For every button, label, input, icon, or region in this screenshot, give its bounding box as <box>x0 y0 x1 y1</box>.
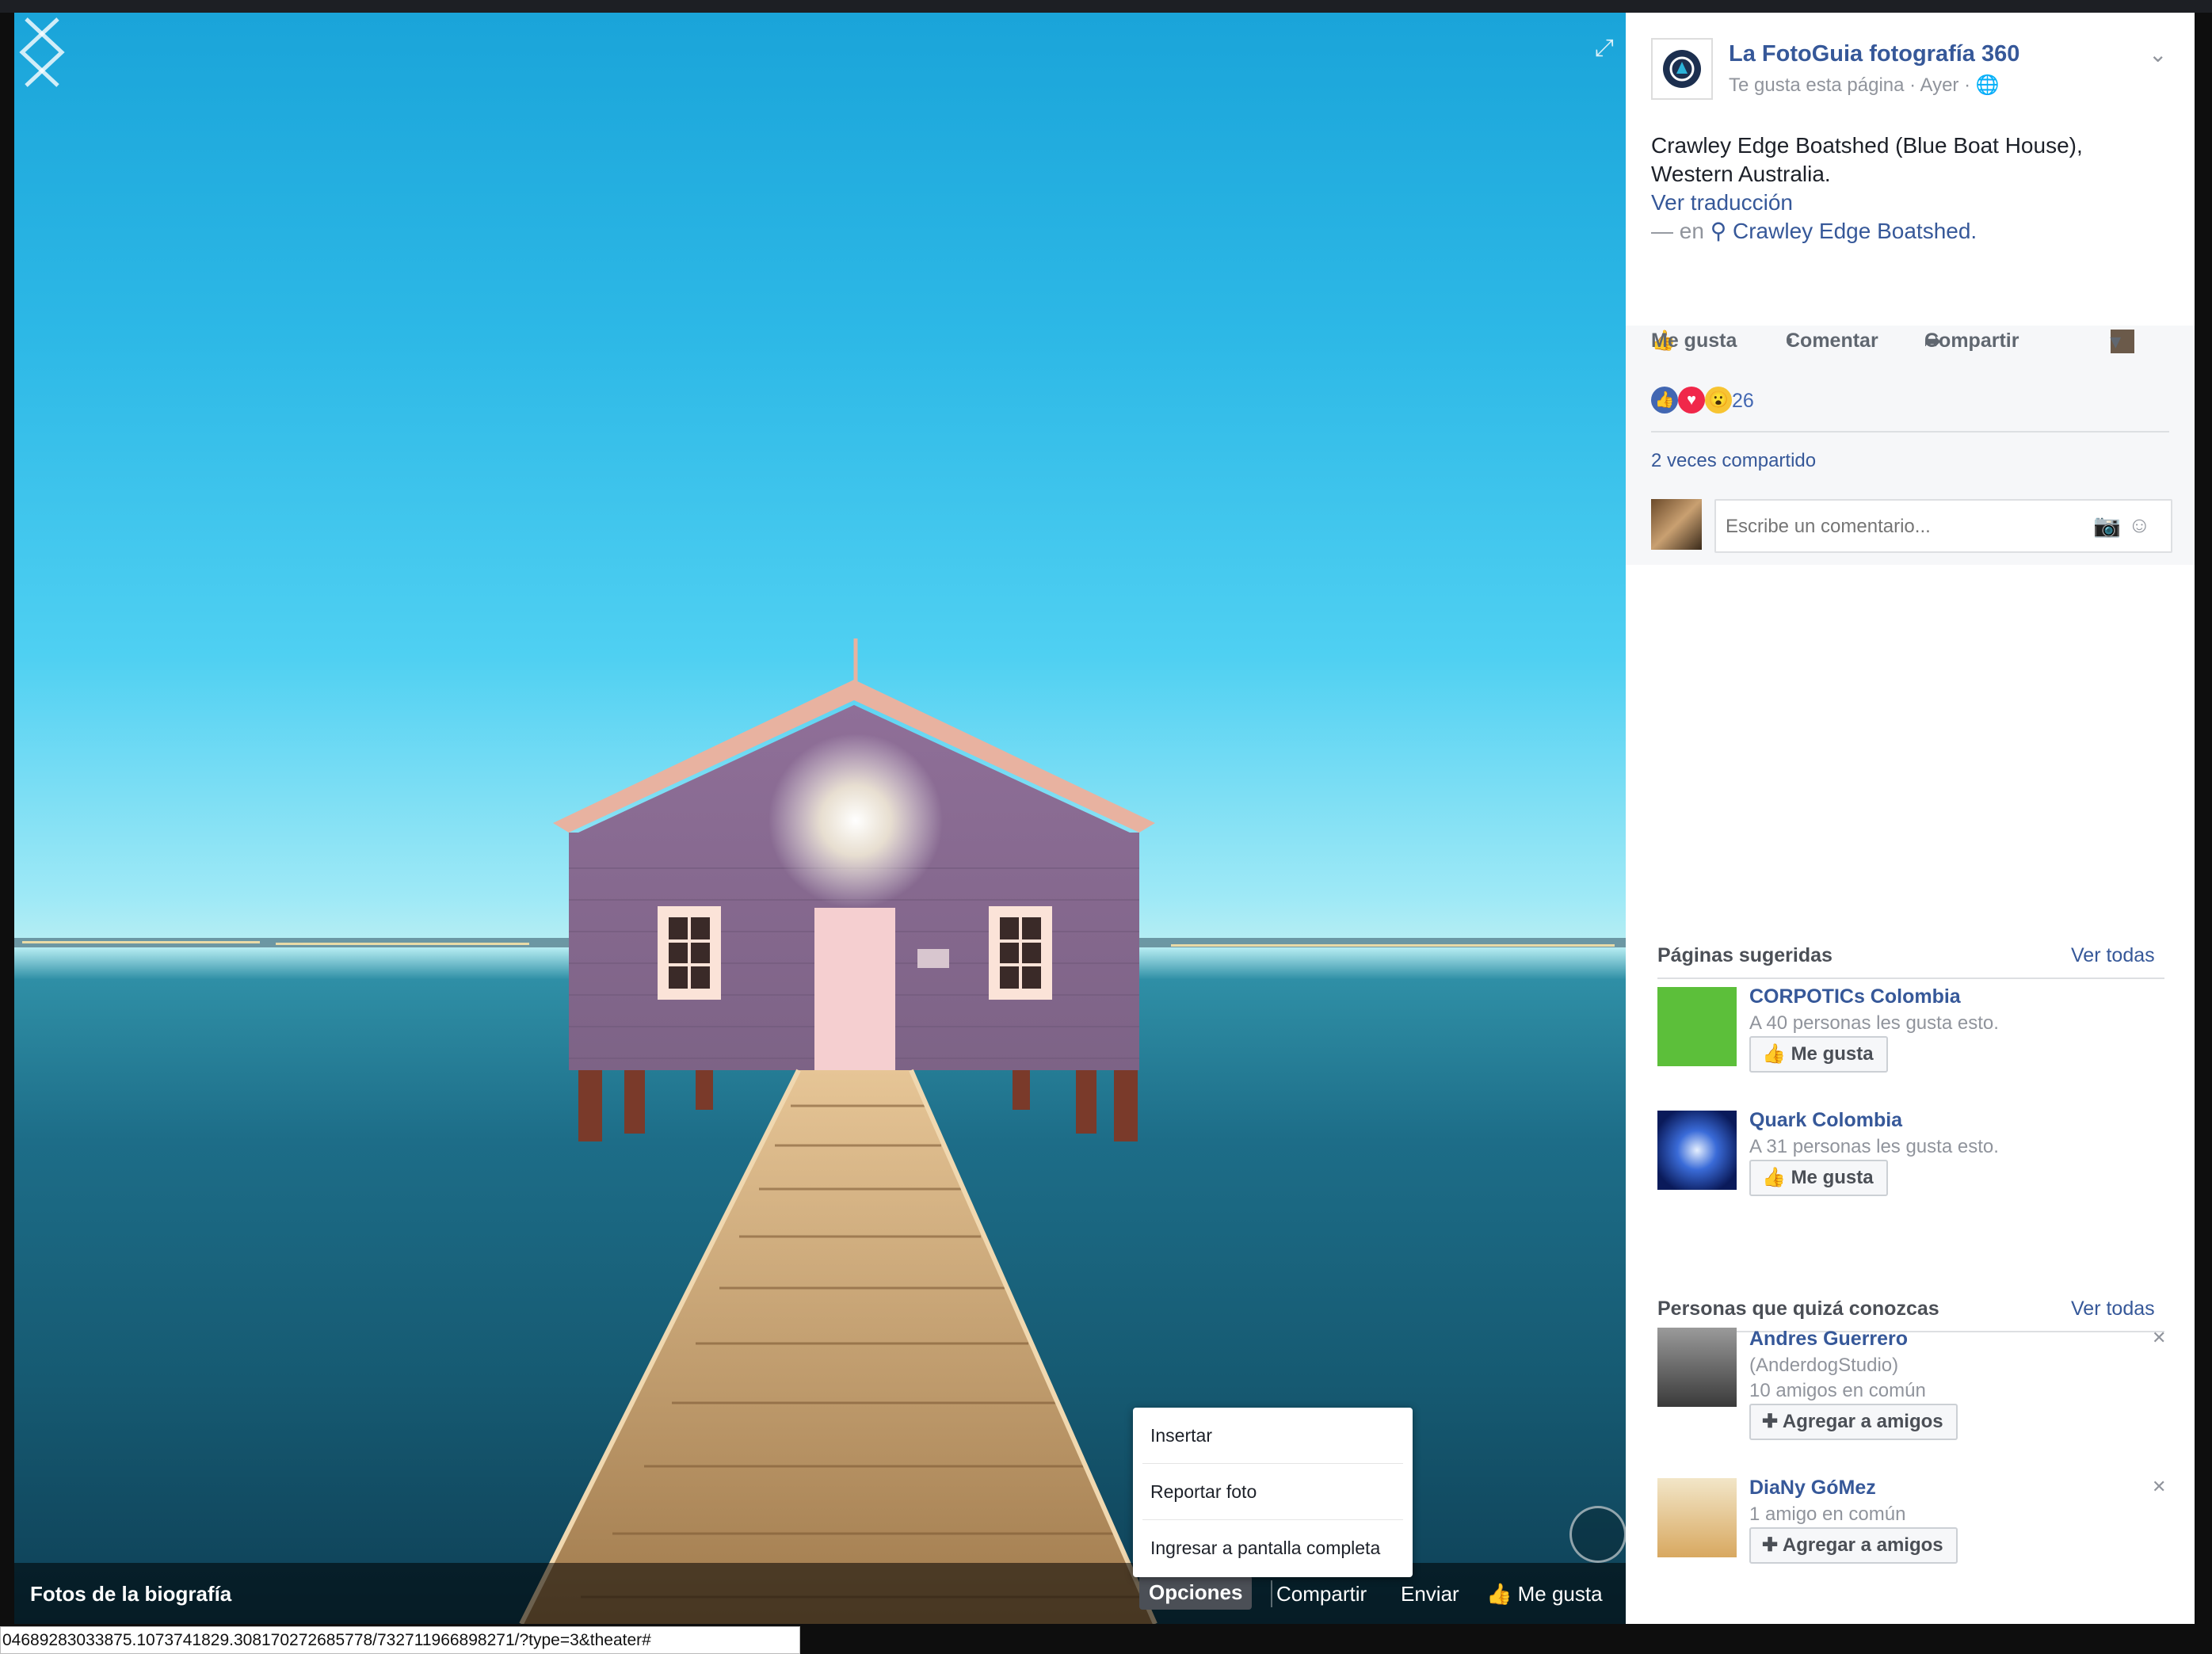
location-prefix: — en <box>1651 219 1704 243</box>
people-you-may-know-title: Personas que quizá conozcas <box>1657 1298 1939 1320</box>
globe-icon: 🌐 <box>1975 74 2000 96</box>
page-name[interactable]: La FotoGuia fotografía 360 <box>1729 41 2019 67</box>
person-mutual-friends: 10 amigos en común <box>1749 1380 1926 1401</box>
dismiss-close-icon[interactable]: ✕ <box>2152 1477 2166 1497</box>
page-thumbnail[interactable] <box>1657 987 1737 1066</box>
share-label: Compartir <box>1924 330 2019 352</box>
browser-top-strip <box>0 0 2212 13</box>
post-meta-text: Te gusta esta página · Ayer · <box>1729 74 1971 96</box>
add-friend-button[interactable]: ✚ Agregar a amigos <box>1749 1404 1958 1440</box>
like-reaction-icon: 👍 <box>1651 387 1678 414</box>
options-menu: Insertar Reportar foto Ingresar a pantal… <box>1133 1408 1413 1577</box>
person-name[interactable]: Andres Guerrero <box>1749 1328 1908 1351</box>
person-mutual-friends: 1 amigo en común <box>1749 1503 1906 1525</box>
bar-divider <box>1271 1580 1272 1607</box>
person-avatar[interactable] <box>1657 1478 1737 1557</box>
comment-box[interactable]: 📷 ☺ <box>1714 499 2172 553</box>
photo-like-label: Me gusta <box>1517 1582 1603 1606</box>
divider <box>1657 978 2164 979</box>
comment-input[interactable] <box>1724 515 2076 539</box>
add-friend-label: Agregar a amigos <box>1782 1411 1943 1432</box>
menu-item-report-photo[interactable]: Reportar foto <box>1133 1464 1413 1519</box>
suggested-pages-title: Páginas sugeridas <box>1657 944 1833 966</box>
shares-count-link[interactable]: 2 veces compartido <box>1651 450 1816 472</box>
menu-item-fullscreen[interactable]: Ingresar a pantalla completa <box>1133 1520 1413 1576</box>
like-page-button[interactable]: 👍 Me gusta <box>1749 1160 1888 1196</box>
post-side-panel: La FotoGuia fotografía 360 Te gusta esta… <box>1626 13 2195 1624</box>
person-subtitle: (AnderdogStudio) <box>1749 1355 1899 1376</box>
post-options-chevron-icon[interactable]: ⌄ <box>2149 41 2167 67</box>
camera-icon[interactable]: 📷 <box>2093 513 2121 539</box>
people-see-all[interactable]: Ver todas <box>2071 1298 2155 1321</box>
album-title[interactable]: Fotos de la biografía <box>30 1582 231 1606</box>
like-label: Me gusta <box>1651 330 1737 352</box>
like-page-button[interactable]: 👍 Me gusta <box>1749 1036 1888 1073</box>
location-link[interactable]: Crawley Edge Boatshed. <box>1733 219 1977 243</box>
caret-down-icon: ▾ <box>2111 330 2121 353</box>
dismiss-close-icon[interactable]: ✕ <box>2152 1328 2166 1348</box>
page-thumbnail[interactable] <box>1657 1111 1737 1190</box>
post-text-line-2: Western Australia. <box>1651 162 1831 186</box>
emoji-icon[interactable]: ☺ <box>2128 513 2151 538</box>
person-name[interactable]: DiaNy GóMez <box>1749 1477 1876 1500</box>
thumbs-up-icon: 👍 <box>1762 1167 1786 1188</box>
person-avatar[interactable] <box>1657 1328 1737 1407</box>
next-photo-arrow-icon[interactable] <box>14 13 70 92</box>
suggested-page-meta: A 40 personas les gusta esto. <box>1749 1012 1999 1034</box>
photo-viewer[interactable]: ⤢ <box>14 13 1626 1624</box>
post-text-line-1: Crawley Edge Boatshed (Blue Boat House), <box>1651 133 2083 158</box>
add-friend-icon: ✚ <box>1762 1534 1779 1556</box>
expand-icon[interactable]: ⤢ <box>1591 35 1618 62</box>
browser-status-url: 04689283033875.1073741829.30817027268577… <box>0 1626 800 1654</box>
add-friend-icon: ✚ <box>1762 1411 1779 1432</box>
love-reaction-icon: ♥ <box>1678 387 1705 414</box>
like-page-label: Me gusta <box>1791 1043 1874 1065</box>
page-logo-icon <box>1663 50 1701 88</box>
menu-item-embed[interactable]: Insertar <box>1133 1408 1413 1463</box>
360-view-icon[interactable] <box>1569 1506 1626 1563</box>
send-button[interactable]: Enviar <box>1401 1582 1459 1606</box>
suggested-page-name[interactable]: CORPOTICs Colombia <box>1749 985 1961 1008</box>
thumbs-up-icon: 👍 <box>1762 1043 1786 1065</box>
post-meta: Te gusta esta página · Ayer · 🌐 <box>1729 74 2000 97</box>
suggested-page-name[interactable]: Quark Colombia <box>1749 1109 1902 1132</box>
photo-like-button[interactable]: 👍 Me gusta <box>1486 1582 1603 1606</box>
see-translation-link[interactable]: Ver traducción <box>1651 189 2174 217</box>
wow-reaction-icon: 😮 <box>1705 387 1732 414</box>
suggested-pages-see-all[interactable]: Ver todas <box>2071 944 2155 967</box>
thumbs-up-icon: 👍 <box>1486 1582 1512 1606</box>
add-friend-button[interactable]: ✚ Agregar a amigos <box>1749 1527 1958 1564</box>
current-user-avatar <box>1651 499 1702 550</box>
like-page-label: Me gusta <box>1791 1167 1874 1188</box>
page-avatar[interactable] <box>1651 38 1713 100</box>
comment-label: Comentar <box>1786 330 1878 352</box>
boathouse-photo <box>14 638 1626 1624</box>
suggested-page-meta: A 31 personas les gusta esto. <box>1749 1136 1999 1157</box>
photo-share-button[interactable]: Compartir <box>1276 1582 1367 1606</box>
add-friend-label: Agregar a amigos <box>1782 1534 1943 1556</box>
post-body: Crawley Edge Boatshed (Blue Boat House),… <box>1651 131 2174 246</box>
reaction-count[interactable]: 26 <box>1732 390 1754 413</box>
map-pin-icon: ⚲ <box>1710 219 1727 243</box>
options-button[interactable]: Opciones <box>1139 1576 1253 1610</box>
divider <box>1651 431 2169 433</box>
